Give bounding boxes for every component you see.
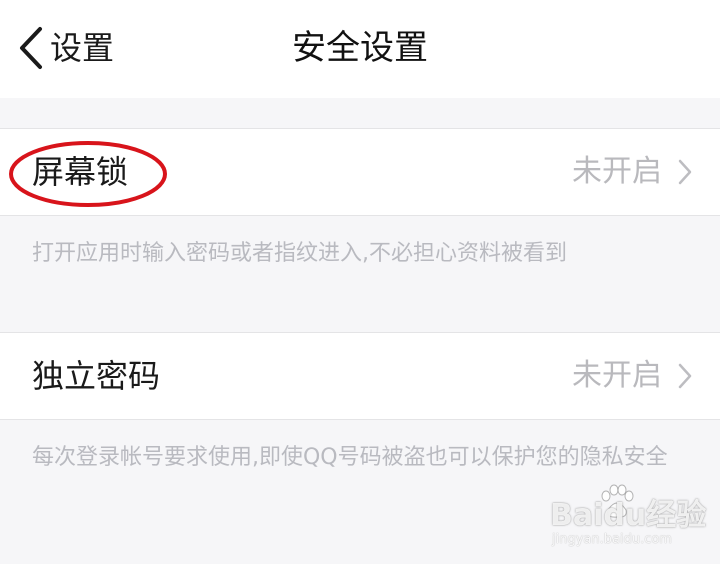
page-title: 安全设置 xyxy=(292,28,428,68)
screen-lock-row[interactable]: 屏幕锁 未开启 xyxy=(0,128,720,216)
baidu-watermark: Baidu经验 jingyan.baidu.com xyxy=(550,484,706,560)
independent-password-description: 每次登录帐号要求使用,即使QQ号码被盗也可以保护您的隐私安全 xyxy=(32,445,668,470)
chevron-right-icon xyxy=(678,159,692,185)
screen-lock-description: 打开应用时输入密码或者指纹进入,不必担心资料被看到 xyxy=(32,241,567,266)
watermark-url: jingyan.baidu.com xyxy=(552,532,672,547)
chevron-right-icon xyxy=(678,363,692,389)
independent-password-status: 未开启 xyxy=(572,358,662,393)
screen-lock-status: 未开启 xyxy=(572,154,662,189)
watermark-brand: Baidu经验 xyxy=(550,498,707,533)
security-settings-screen: 设置 安全设置 屏幕锁 未开启 打开应用时输入密码或者指纹进入,不必担心资料被看… xyxy=(0,0,720,564)
independent-password-label: 独立密码 xyxy=(32,357,161,395)
paw-logo-icon xyxy=(601,484,634,518)
screen-lock-label: 屏幕锁 xyxy=(32,153,129,191)
navigation-bar: 设置 安全设置 xyxy=(0,0,720,98)
independent-password-row[interactable]: 独立密码 未开启 xyxy=(0,332,720,420)
